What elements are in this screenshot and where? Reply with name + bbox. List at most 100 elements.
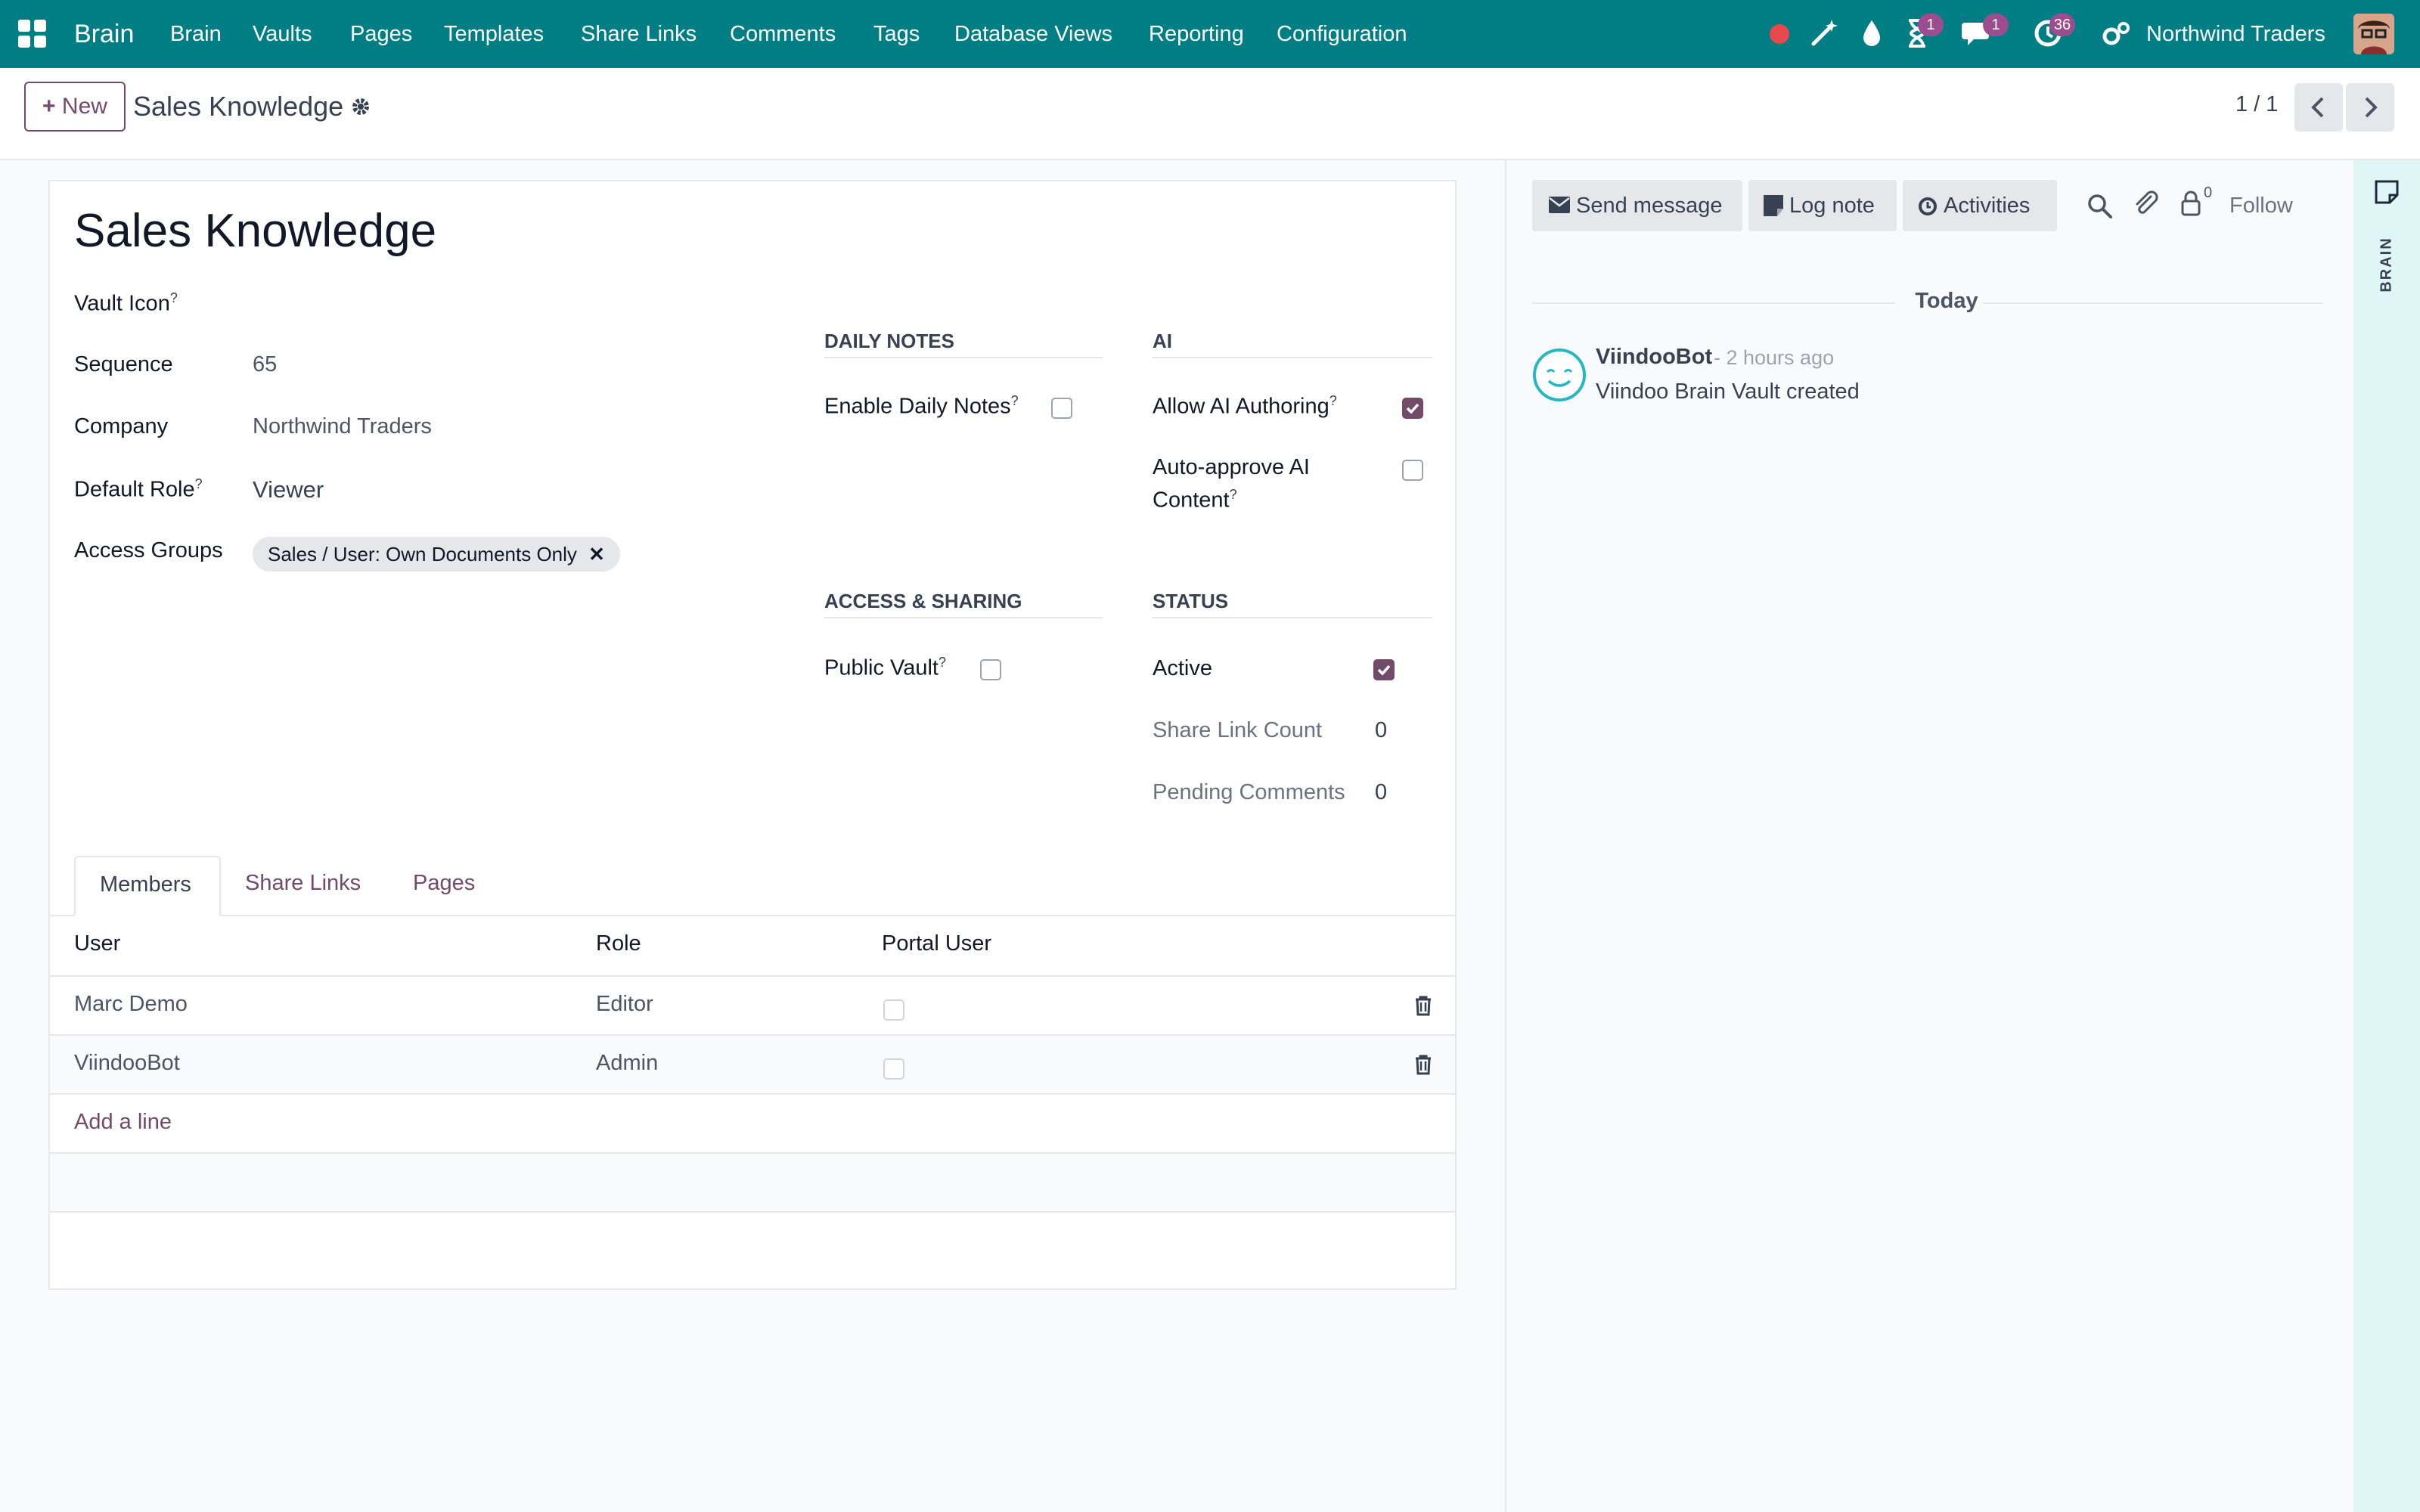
droplet-icon[interactable] (1860, 18, 1883, 48)
menu-tags[interactable]: Tags (873, 0, 920, 68)
menu-brain[interactable]: Brain (170, 0, 222, 68)
menu-comments[interactable]: Comments (730, 0, 836, 68)
add-a-line-link[interactable]: Add a line (74, 1110, 172, 1135)
control-panel: + New Sales Knowledge 1 / 1 (0, 68, 2420, 160)
delete-row-trash-icon[interactable] (1414, 995, 1432, 1016)
activities-badge: 1 (1918, 14, 1944, 36)
auto-approve-ai-label-line2: Content? (1153, 487, 1237, 513)
settings-gears-icon[interactable] (2101, 21, 2131, 47)
default-role-label: Default Role? (74, 476, 203, 503)
active-checkbox[interactable] (1373, 659, 1395, 680)
company-field[interactable]: Northwind Traders (253, 414, 432, 439)
form-sheet: Sales Knowledge Vault Icon? Sequence 65 … (48, 180, 1457, 1290)
pager-value[interactable]: 1 / 1 (2235, 92, 2278, 117)
date-separator: Today (1915, 289, 1978, 313)
remove-tag-icon[interactable]: ✕ (588, 543, 605, 565)
tooltip-mark[interactable]: ? (1230, 487, 1237, 502)
access-groups-label: Access Groups (74, 538, 223, 562)
new-button[interactable]: + New (24, 82, 126, 132)
portal-user-checkbox[interactable] (883, 1058, 904, 1080)
tabs-underline (50, 915, 1455, 916)
tooltip-mark[interactable]: ? (1329, 393, 1337, 408)
message-time: - 2 hours ago (1714, 346, 1835, 369)
menu-pages[interactable]: Pages (350, 0, 412, 68)
activities-button[interactable]: Activities (1903, 180, 2057, 231)
record-title[interactable]: Sales Knowledge (74, 204, 436, 258)
auto-approve-ai-label: Auto-approve AI (1153, 455, 1310, 479)
default-role-field[interactable]: Viewer (253, 476, 324, 503)
access-group-tag[interactable]: Sales / User: Own Documents Only ✕ (253, 537, 620, 572)
menu-templates[interactable]: Templates (444, 0, 544, 68)
public-vault-checkbox[interactable] (980, 659, 1001, 680)
tooltip-mark[interactable]: ? (170, 290, 178, 305)
sequence-field[interactable]: 65 (253, 352, 277, 377)
vault-icon-label-text: Vault Icon (74, 291, 170, 316)
pager-previous-button[interactable] (2294, 83, 2343, 132)
enable-daily-notes-checkbox[interactable] (1051, 398, 1072, 419)
separator (1153, 357, 1432, 358)
column-header-role[interactable]: Role (596, 931, 641, 956)
daily-notes-heading: DAILY NOTES (824, 330, 954, 352)
tab-share-links[interactable]: Share Links (245, 871, 361, 896)
chatter-panel: Send message Log note Activities 0 Follo… (1505, 160, 2353, 1512)
vault-icon-label: Vault Icon? (74, 290, 178, 317)
auto-approve-ai-checkbox[interactable] (1402, 460, 1423, 481)
date-separator-line (1532, 302, 1895, 304)
record-settings-gear-icon[interactable] (349, 95, 372, 118)
sticky-note-icon[interactable] (2375, 180, 2399, 204)
followers-lock-icon[interactable] (2180, 191, 2202, 218)
record-indicator-icon[interactable] (1770, 24, 1789, 44)
member-user[interactable]: Marc Demo (74, 992, 188, 1017)
member-user[interactable]: ViindooBot (74, 1051, 180, 1076)
message-avatar[interactable] (1532, 348, 1587, 402)
portal-user-checkbox[interactable] (883, 999, 904, 1021)
menu-share-links[interactable]: Share Links (581, 0, 697, 68)
table-row[interactable]: Marc Demo Editor (50, 977, 1455, 1034)
breadcrumb-current: Sales Knowledge (133, 91, 344, 122)
chevron-right-icon (2365, 97, 2378, 118)
activities-label: Activities (1944, 194, 2031, 218)
paperclip-icon[interactable] (2133, 191, 2160, 218)
tab-members[interactable]: Members (74, 856, 221, 916)
ai-heading: AI (1153, 330, 1172, 352)
menu-reporting[interactable]: Reporting (1149, 0, 1244, 68)
table-row[interactable]: ViindooBot Admin (50, 1036, 1455, 1093)
follow-button[interactable]: Follow (2229, 194, 2293, 218)
member-role[interactable]: Editor (596, 992, 653, 1017)
company-switcher[interactable]: Northwind Traders (2146, 0, 2325, 68)
separator (1153, 617, 1432, 618)
app-name[interactable]: Brain (74, 0, 134, 68)
column-header-portal-user[interactable]: Portal User (882, 931, 991, 956)
share-link-count-label: Share Link Count (1153, 718, 1323, 742)
column-header-user[interactable]: User (74, 931, 120, 956)
user-avatar[interactable] (2353, 14, 2394, 54)
log-note-button[interactable]: Log note (1748, 180, 1897, 231)
allow-ai-authoring-label-text: Allow AI Authoring (1153, 394, 1329, 419)
checkmark-icon (1406, 403, 1419, 414)
access-group-tag-text: Sales / User: Own Documents Only (268, 543, 577, 565)
tooltip-mark[interactable]: ? (939, 655, 946, 670)
pager-next-button[interactable] (2346, 83, 2394, 132)
access-sharing-heading: ACCESS & SHARING (824, 590, 1022, 612)
member-role[interactable]: Admin (596, 1051, 658, 1076)
clock-icon (1918, 197, 1938, 216)
menu-database-views[interactable]: Database Views (954, 0, 1112, 68)
magic-wand-icon[interactable] (1809, 18, 1839, 48)
message-author[interactable]: ViindooBot (1596, 345, 1712, 370)
tooltip-mark[interactable]: ? (1011, 393, 1019, 408)
search-icon[interactable] (2087, 194, 2113, 219)
brain-panel-tab[interactable]: BRAIN (2364, 227, 2409, 302)
allow-ai-authoring-checkbox[interactable] (1402, 398, 1423, 419)
menu-vaults[interactable]: Vaults (253, 0, 312, 68)
status-heading: STATUS (1153, 590, 1229, 612)
public-vault-label: Public Vault? (824, 655, 946, 681)
chevron-left-icon (2311, 97, 2324, 118)
menu-configuration[interactable]: Configuration (1277, 0, 1407, 68)
tab-pages[interactable]: Pages (413, 871, 475, 896)
tooltip-mark[interactable]: ? (195, 476, 203, 491)
brain-panel-label: BRAIN (2378, 237, 2395, 293)
delete-row-trash-icon[interactable] (1414, 1054, 1432, 1075)
send-message-button[interactable]: Send message (1532, 180, 1742, 231)
apps-menu-icon[interactable] (18, 20, 47, 48)
default-role-label-text: Default Role (74, 477, 195, 502)
